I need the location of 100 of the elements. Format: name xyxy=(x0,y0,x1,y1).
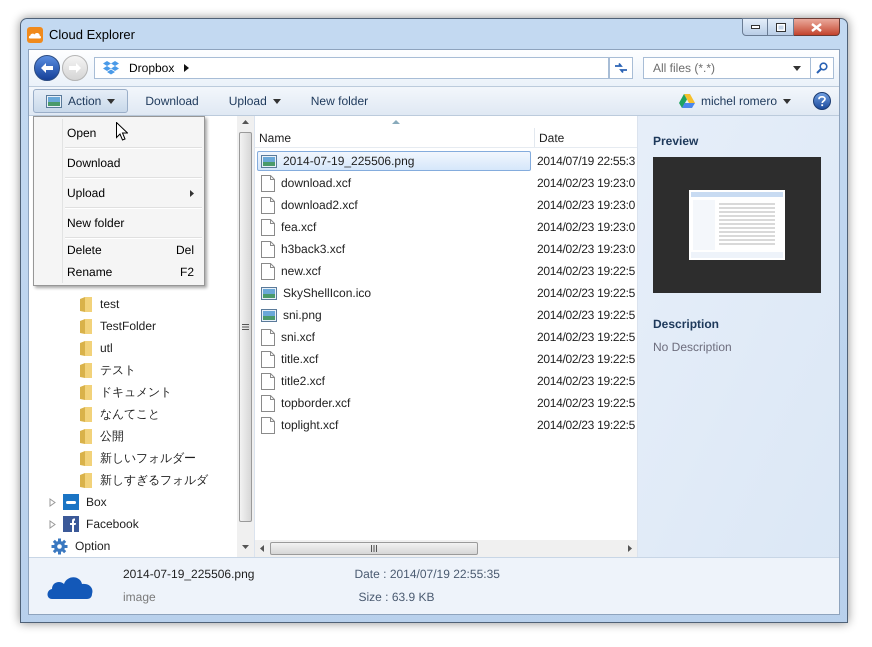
close-button[interactable] xyxy=(794,18,840,36)
account-menu[interactable]: michel romero xyxy=(700,92,791,110)
close-icon xyxy=(811,22,822,32)
toolbar-button[interactable]: Action xyxy=(33,89,128,113)
file-row[interactable]: download.xcf xyxy=(257,173,531,193)
forward-arrow-icon xyxy=(68,62,82,74)
vertical-scrollbar[interactable] xyxy=(237,116,254,557)
grip-icon xyxy=(371,545,377,552)
file-name: topborder.xcf xyxy=(281,395,350,412)
file-date: 2014/02/23 19:22:5 xyxy=(537,417,636,434)
shortcut-text: F2 xyxy=(180,264,194,281)
sidebar-item[interactable]: 新しいフォルダー xyxy=(100,449,196,467)
file-name: fea.xcf xyxy=(281,219,316,236)
sidebar-item[interactable]: 公開 xyxy=(100,427,124,445)
sidebar-item[interactable]: Box xyxy=(86,493,107,511)
sidebar-item[interactable]: ドキュメント xyxy=(100,383,172,401)
description-text: No Description xyxy=(653,339,733,356)
scroll-right-icon xyxy=(628,545,632,552)
sidebar-item[interactable]: 新しすぎるフォルダ xyxy=(100,471,208,489)
file-row[interactable]: h3back3.xcf xyxy=(257,239,531,259)
status-file-type: image xyxy=(123,589,157,606)
section-heading: Description xyxy=(653,316,720,333)
sidebar-item[interactable]: Option xyxy=(75,537,110,555)
scrollbar-thumb[interactable] xyxy=(270,542,478,555)
help-icon xyxy=(818,96,826,106)
file-name: 2014-07-19_225506.png xyxy=(283,153,414,170)
facebook-logo-icon xyxy=(63,516,79,532)
file-name: toplight.xcf xyxy=(281,417,338,434)
folder-icon xyxy=(79,340,93,356)
menu-item[interactable]: New folder xyxy=(34,209,204,237)
maximize-button[interactable] xyxy=(768,18,794,36)
file-name: download.xcf xyxy=(281,175,352,192)
address-location[interactable]: Dropbox xyxy=(129,59,174,77)
scroll-up-icon xyxy=(242,120,249,124)
file-name: new.xcf xyxy=(281,263,322,280)
file-name: title.xcf xyxy=(281,351,318,368)
file-date: 2014/02/23 19:22:5 xyxy=(537,373,636,390)
blank-file-icon xyxy=(261,394,275,412)
file-row[interactable]: fea.xcf xyxy=(257,217,531,237)
back-button[interactable] xyxy=(34,55,60,81)
menu-item[interactable]: Download xyxy=(34,149,204,177)
search-button[interactable] xyxy=(810,57,834,79)
file-row[interactable]: download2.xcf xyxy=(257,195,531,215)
settings-icon xyxy=(51,538,68,554)
image-file-icon xyxy=(46,94,62,108)
menu-item[interactable]: Rename F2 xyxy=(34,261,204,283)
file-row[interactable]: new.xcf xyxy=(257,261,531,281)
address-field[interactable]: Dropbox xyxy=(94,57,610,79)
filter-dropdown[interactable]: All files (*.*) xyxy=(643,57,811,79)
blank-file-icon xyxy=(261,196,275,214)
drive-logo-icon xyxy=(678,94,695,108)
menu-item[interactable]: Delete Del xyxy=(34,239,204,261)
file-row[interactable]: 2014-07-19_225506.png xyxy=(257,151,531,171)
folder-icon xyxy=(79,406,93,422)
sidebar-item[interactable]: Facebook xyxy=(86,515,139,533)
column-header[interactable]: Date xyxy=(535,128,637,147)
minimize-button[interactable] xyxy=(742,18,768,36)
toolbar-button[interactable]: New folder xyxy=(298,89,382,113)
scroll-left-icon xyxy=(260,545,264,552)
blank-file-icon xyxy=(261,174,275,192)
breadcrumb-arrow-icon xyxy=(184,64,190,72)
toolbar-button[interactable]: Upload xyxy=(216,89,294,113)
sidebar-item[interactable]: なんてこと xyxy=(100,405,160,423)
column-header[interactable]: Name xyxy=(255,128,535,147)
collapsed-arrow-icon[interactable] xyxy=(49,520,56,528)
sidebar-item[interactable]: utl xyxy=(100,339,113,357)
file-row[interactable]: title2.xcf xyxy=(257,371,531,391)
sidebar-item[interactable]: TestFolder xyxy=(100,317,156,335)
file-row[interactable]: sni.xcf xyxy=(257,327,531,347)
folder-icon xyxy=(79,450,93,466)
file-name: title2.xcf xyxy=(281,373,326,390)
scrollbar-thumb[interactable] xyxy=(239,132,252,522)
horizontal-scrollbar[interactable] xyxy=(255,540,637,557)
file-row[interactable]: toplight.xcf xyxy=(257,415,531,435)
file-row[interactable]: SkyShellIcon.ico xyxy=(257,283,531,303)
grip-icon xyxy=(242,324,249,330)
blank-file-icon xyxy=(261,328,275,346)
status-size: Size : 63.9 KB xyxy=(358,589,435,606)
file-date: 2014/02/23 19:22:5 xyxy=(537,329,636,346)
sidebar-item[interactable]: test xyxy=(100,295,120,313)
search-icon xyxy=(816,62,828,74)
file-date: 2014/07/19 22:55:3 xyxy=(537,153,636,170)
blank-file-icon xyxy=(261,416,275,434)
file-row[interactable]: topborder.xcf xyxy=(257,393,531,413)
file-name: sni.xcf xyxy=(281,329,316,346)
collapsed-arrow-icon[interactable] xyxy=(49,498,56,506)
refresh-arrows-icon xyxy=(614,62,628,74)
refresh-button[interactable] xyxy=(609,57,633,79)
file-row[interactable]: sni.png xyxy=(257,305,531,325)
file-name: download2.xcf xyxy=(281,197,358,214)
menu-item[interactable]: Open xyxy=(34,119,204,147)
menu-item[interactable]: Upload xyxy=(34,179,204,207)
caret-icon xyxy=(107,98,116,104)
file-name: SkyShellIcon.ico xyxy=(283,285,372,302)
sidebar-item[interactable]: テスト xyxy=(100,361,136,379)
file-row[interactable]: title.xcf xyxy=(257,349,531,369)
file-date: 2014/02/23 19:23:0 xyxy=(537,175,636,192)
help-button[interactable] xyxy=(813,92,831,110)
toolbar-button[interactable]: Download xyxy=(132,89,212,113)
status-date: Date : 2014/07/19 22:55:35 xyxy=(354,566,500,583)
